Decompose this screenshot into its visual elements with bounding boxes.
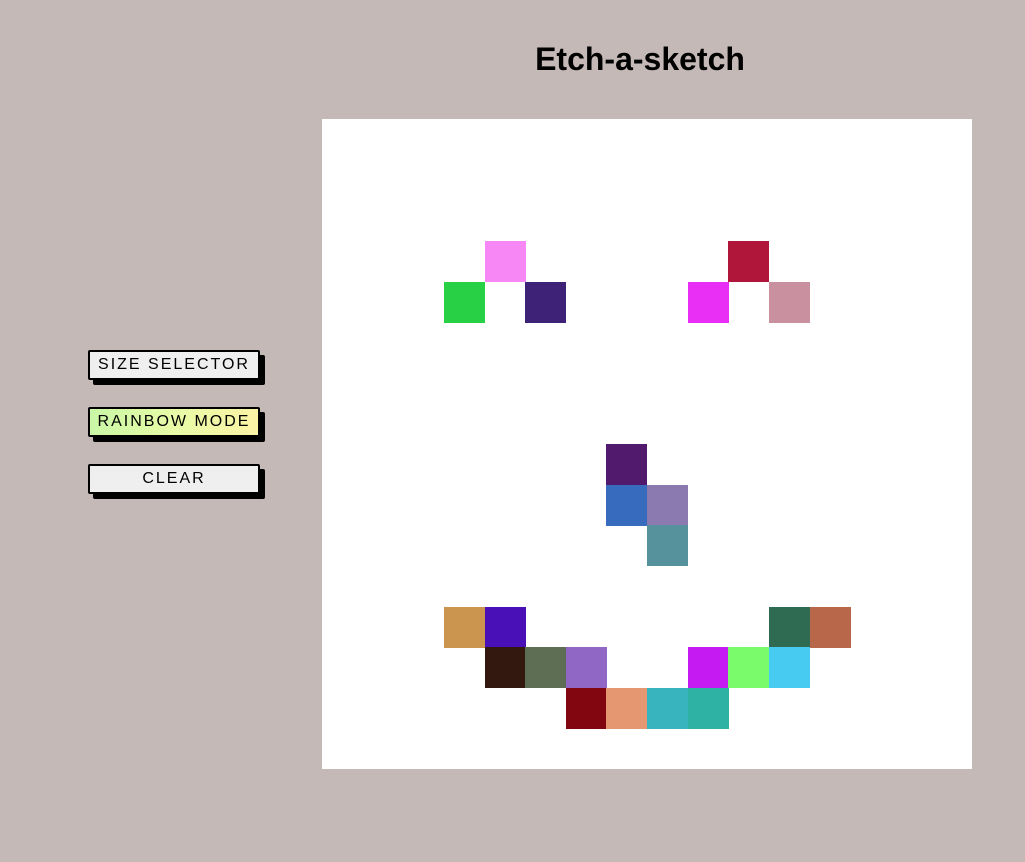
grid-cell[interactable] xyxy=(606,484,648,526)
grid-cell[interactable] xyxy=(565,647,607,689)
grid-cell[interactable] xyxy=(809,606,851,648)
rainbow-mode-button[interactable]: RAINBOW MODE xyxy=(88,407,260,437)
grid-cell[interactable] xyxy=(728,240,770,282)
grid-cell[interactable] xyxy=(687,281,729,323)
page-title: Etch-a-sketch xyxy=(535,41,745,78)
grid-cell[interactable] xyxy=(484,647,526,689)
grid-cell[interactable] xyxy=(768,647,810,689)
grid-cell[interactable] xyxy=(687,647,729,689)
grid-cell[interactable] xyxy=(687,687,729,729)
grid-cell[interactable] xyxy=(443,606,485,648)
grid-cell[interactable] xyxy=(606,687,648,729)
grid-cell[interactable] xyxy=(525,281,567,323)
grid-cell[interactable] xyxy=(647,484,688,526)
grid-cell[interactable] xyxy=(565,687,607,729)
grid-cell[interactable] xyxy=(647,687,688,729)
grid-cell[interactable] xyxy=(606,444,648,485)
grid-cell[interactable] xyxy=(525,647,567,689)
grid-cell[interactable] xyxy=(768,281,810,323)
grid-cell[interactable] xyxy=(443,281,485,323)
grid-cell[interactable] xyxy=(768,606,810,648)
grid-cell[interactable] xyxy=(728,647,770,689)
sketch-grid[interactable] xyxy=(322,119,972,769)
grid-cell[interactable] xyxy=(484,606,526,648)
clear-button[interactable]: CLEAR xyxy=(88,464,260,494)
grid-cell[interactable] xyxy=(647,525,688,567)
size-selector-button[interactable]: SIZE SELECTOR xyxy=(88,350,260,380)
grid-cell[interactable] xyxy=(484,240,526,282)
